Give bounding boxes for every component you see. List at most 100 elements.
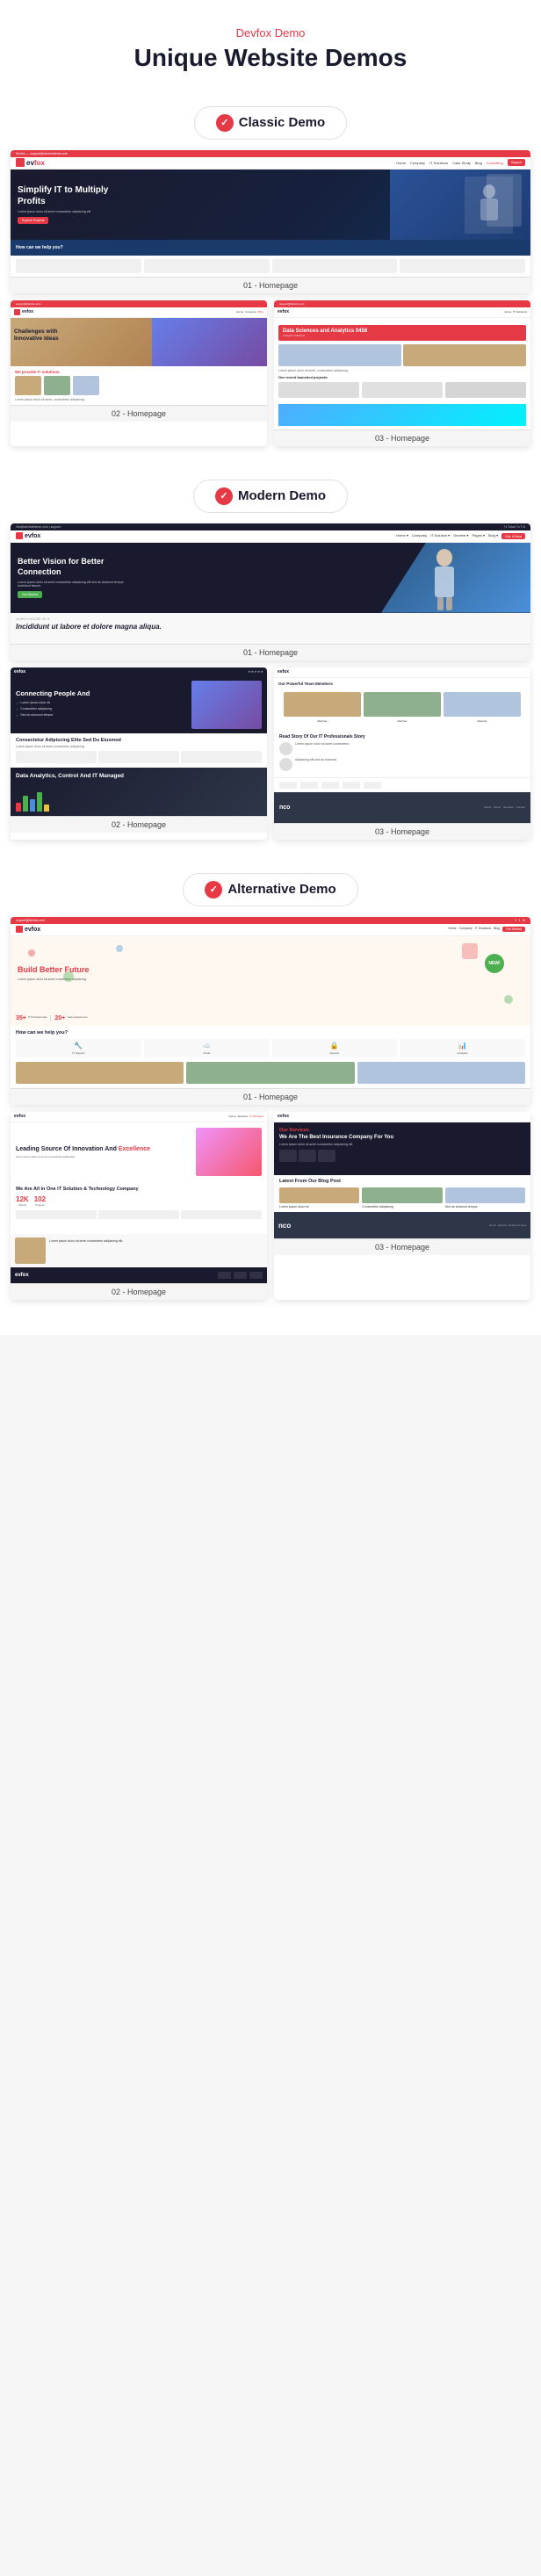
classic-nav-links: Home Company IT Solutions Case Study Blo…: [396, 159, 525, 166]
m02-list-2: Consectetur adipiscing: [16, 707, 186, 711]
page-wrapper: Devfox Demo Unique Website Demos ✓ Class…: [0, 0, 541, 1335]
nav-company: Company: [410, 161, 425, 165]
a03-ins-icons: [279, 1150, 525, 1162]
classic-demo-label: ✓ Classic Demo: [194, 106, 347, 140]
m-link-home: Home ▾: [396, 533, 408, 539]
classic-screenshots: Devfox — support@devfoxtheme.com evfox H…: [0, 150, 541, 446]
m03-team-heading: Our Powerful Team Members: [278, 682, 526, 686]
service-label-4: Analytics: [402, 1051, 523, 1055]
a03-blog-grid: Lorem ipsum dolor sit Consectetur adipis…: [279, 1187, 525, 1209]
m03-team-section: Our Powerful Team Members Member Member: [274, 678, 530, 731]
classic-demo-label-wrap: ✓ Classic Demo: [0, 90, 541, 150]
alt-hero-text: Build Better Future Lorem ipsum dolor si…: [18, 965, 90, 982]
a02-fl-1: [218, 1272, 231, 1279]
a02-nav-links: Home Services IT Managed: [229, 1115, 264, 1118]
a03-logo: evfox: [278, 1114, 289, 1119]
classic-hero-heading: Simplify IT to Multiply Profits: [18, 184, 123, 207]
alt-03-screenshot: evfox Our Services We Are The Best Insur…: [274, 1112, 530, 1300]
modern-person-svg: [429, 547, 460, 613]
modern-incididunt-text: Incididunt ut labore et dolore magna ali…: [16, 623, 525, 631]
classic-blue-bar-text: How can we help you?: [16, 245, 63, 250]
m02-item-2: [98, 751, 179, 763]
modern-03-site: evfox Our Powerful Team Members Member: [274, 667, 530, 823]
service-label-3: Security: [275, 1051, 395, 1055]
c02-team-3: [73, 376, 99, 395]
a-link-it: IT Solutions: [475, 927, 491, 932]
m03-avatar-1: [284, 692, 361, 717]
alt-stat-divider: [50, 1015, 51, 1021]
alt-hero-heading: Build Better Future: [18, 965, 90, 976]
alt-hero: Build Better Future Lorem ipsum dolor si…: [11, 936, 530, 1011]
modern-why-label: ★ WHY CHOOSE US ★: [16, 617, 525, 621]
classic-demo-text: Classic Demo: [239, 115, 325, 130]
modern-hero-heading: Better Vision for Better Connection: [18, 557, 149, 577]
a03-blog-title-2: Consectetur adipiscing: [362, 1205, 442, 1209]
c02-link2: Company: [245, 310, 256, 314]
alt-nav: evfox Home Company IT Solutions Blog Get…: [11, 924, 530, 936]
m03-story-2: Adipiscing elit sed do eiusmod.: [279, 758, 525, 771]
a02-leading-text: Leading Source Of Innovation And Excelle…: [16, 1145, 191, 1158]
classic-half-wrap: support@devfox.com evfox Home Company Bl…: [11, 300, 530, 446]
modern-demo-label: ✓ Modern Demo: [193, 480, 348, 513]
m02-nav: evfox ★★★★★: [11, 667, 267, 676]
m02-consectetur-text: Lorem ipsum dolor sit amet consectetur a…: [16, 745, 262, 749]
m03-nco-footer: nco Home About Services Contact: [274, 792, 530, 823]
c03-link2: IT Solutions: [513, 310, 527, 314]
m02-connect-list: Lorem ipsum dolor sit Consectetur adipis…: [16, 701, 186, 718]
m02-item-3: [181, 751, 262, 763]
m02-connect-text: Connecting People And Lorem ipsum dolor …: [16, 689, 186, 719]
nav-blog: Blog: [475, 161, 482, 165]
m03-story-heading: Read Story Of Our IT Professionals Story: [279, 734, 525, 740]
a02-pp-text: Lorem ipsum dolor sit amet consectetur a…: [47, 1237, 263, 1264]
a03-blog-1: Lorem ipsum dolor sit: [279, 1187, 359, 1209]
c02-topbar-text: support@devfox.com: [16, 302, 40, 306]
alt-logo-text: evfox: [25, 927, 40, 933]
c03-logo: evfox: [278, 309, 289, 314]
service-2: ☁️ Cloud: [144, 1039, 270, 1057]
c02-nav-links: Home Company Blog: [236, 310, 263, 314]
m-link-it: IT Solution ▾: [430, 533, 450, 539]
alt-stat-35: 35+ IT Professionals: [16, 1015, 47, 1021]
m03-footer-link-1: Home: [484, 805, 491, 809]
c03-lorem: Lorem ipsum dolor sit amet, consectetur …: [278, 369, 526, 372]
m03-member-1: Member: [284, 692, 361, 724]
nav-it: IT Solutions: [429, 161, 448, 165]
c02-logo: evfox: [14, 309, 33, 315]
c02-topbar: support@devfox.com: [11, 300, 267, 307]
m-link-btn: Get It Now: [501, 533, 525, 539]
a-link-comp: Company: [459, 927, 472, 932]
proj-2: [362, 382, 443, 398]
alt-topbar-social: f t in: [516, 918, 525, 922]
c02-team-row: [15, 376, 263, 395]
a03-blog-title-1: Lorem ipsum dolor sit: [279, 1205, 359, 1209]
modern-01-site: info@devfoxtheme.com | support +1 Track …: [11, 523, 530, 644]
a03-ins-icon-3: [318, 1150, 335, 1162]
a03-blog-heading: Latest From Our Blog Post: [279, 1179, 525, 1184]
a02-excellence: Excellence: [119, 1146, 150, 1152]
classic-icons-row: [11, 256, 530, 277]
a03-ins-icon-1: [279, 1150, 297, 1162]
modern-02-screenshot: evfox ★★★★★ Connecting People And Lorem …: [11, 667, 267, 840]
classic-hero-image: [390, 170, 530, 240]
a03-fl-3: Explore It Free: [509, 1223, 526, 1227]
alt-people-2: [186, 1062, 354, 1084]
m03-footer-link-2: About: [494, 805, 501, 809]
c02-hero-overlay: Challenges with Innovative Ideas: [14, 328, 76, 343]
service-icon-1: 🔧: [18, 1042, 139, 1050]
dot-1: [28, 949, 35, 956]
a02-num-12k: 12K: [16, 1195, 29, 1203]
a02-people-section: Lorem ipsum dolor sit amet consectetur a…: [11, 1234, 267, 1267]
classic-demo-section: ✓ Classic Demo Devfox — support@devfoxth…: [0, 90, 541, 446]
alt-social-in: in: [523, 918, 525, 922]
modern-topbar: info@devfoxtheme.com | support +1 Track …: [11, 523, 530, 530]
m03-team-grid: Member Member Member: [278, 689, 526, 727]
c03-data-sci: Data Sciences and Analytics 0458 Analyti…: [278, 325, 526, 341]
service-1: 🔧 IT Support: [16, 1039, 141, 1057]
service-label-1: IT Support: [18, 1051, 139, 1055]
m03-story-text-2: Adipiscing elit sed do eiusmod.: [295, 758, 337, 762]
logo-text: evfox: [26, 159, 45, 167]
c02-hero-text: Challenges with Innovative Ideas: [14, 328, 76, 343]
a02-logo-2: [98, 1210, 179, 1219]
alt-nav-links: Home Company IT Solutions Blog Get Start…: [448, 927, 525, 932]
m03-story-text-1: Lorem ipsum dolor sit amet consectetur.: [295, 742, 350, 747]
